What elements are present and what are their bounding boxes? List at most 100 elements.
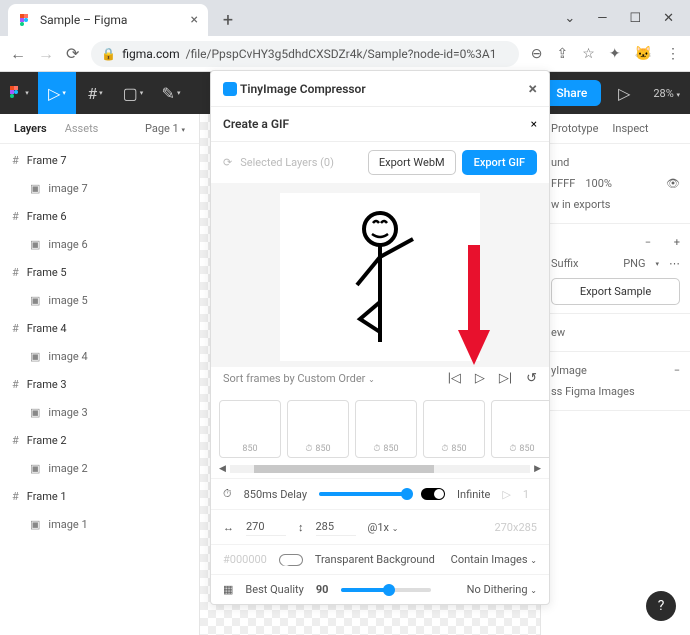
refresh-icon[interactable]: ⟳ xyxy=(223,156,232,169)
delay-slider[interactable] xyxy=(319,492,409,496)
present-icon[interactable]: ▷ xyxy=(605,72,643,114)
close-window-icon[interactable]: ✕ xyxy=(663,11,674,26)
prev-frame-icon[interactable]: |◁ xyxy=(448,371,461,386)
scale-select[interactable]: @1x ⌄ xyxy=(368,521,399,534)
compress-label[interactable]: ss Figma Images xyxy=(551,385,635,398)
move-tool-icon[interactable]: ▷▾ xyxy=(38,72,76,114)
layer-frame[interactable]: #Frame 2 xyxy=(0,426,199,454)
frame-icon: # xyxy=(12,434,19,447)
url-host: figma.com xyxy=(122,47,179,61)
quality-value: 90 xyxy=(316,583,329,596)
scroll-right-icon[interactable]: ▶ xyxy=(534,464,541,474)
layer-frame[interactable]: #Frame 3 xyxy=(0,370,199,398)
lock-icon: 🔒 xyxy=(101,47,116,61)
address-bar: ← → ⟳ 🔒 figma.com/file/PpspCvHY3g5dhdCXS… xyxy=(0,36,690,72)
maximize-icon[interactable]: ☐ xyxy=(629,11,641,26)
collapse-icon[interactable]: − xyxy=(674,364,680,377)
layer-image[interactable]: ▣image 2 xyxy=(0,454,199,482)
play-icon[interactable]: ▷ xyxy=(475,371,485,386)
page-selector[interactable]: Page 1 ▾ xyxy=(145,122,185,135)
width-input[interactable] xyxy=(246,518,286,536)
layer-image[interactable]: ▣image 5 xyxy=(0,286,199,314)
bg-opacity[interactable]: 100% xyxy=(585,177,612,190)
export-button[interactable]: Export Sample xyxy=(551,278,680,305)
url-input[interactable]: 🔒 figma.com/file/PpspCvHY3g5dhdCXSDZr4k/… xyxy=(91,41,518,67)
quality-slider[interactable] xyxy=(341,588,431,592)
show-in-exports[interactable]: w in exports xyxy=(551,198,611,211)
tab-title: Sample – Figma xyxy=(40,13,127,27)
help-button[interactable]: ? xyxy=(646,591,676,621)
shape-tool-icon[interactable]: ▢▾ xyxy=(114,72,152,114)
layer-image[interactable]: ▣image 3 xyxy=(0,398,199,426)
figma-favicon-icon xyxy=(18,13,32,27)
prototype-tab[interactable]: Prototype xyxy=(551,122,598,135)
contain-select[interactable]: Contain Images ⌄ xyxy=(451,553,537,566)
minimize-icon[interactable]: — xyxy=(597,11,607,26)
layer-frame[interactable]: #Frame 7 xyxy=(0,146,199,174)
zoom-icon[interactable]: ⊖ xyxy=(531,46,543,62)
browser-tab[interactable]: Sample – Figma × xyxy=(8,4,208,36)
layer-image[interactable]: ▣image 1 xyxy=(0,510,199,538)
back-icon[interactable]: ← xyxy=(10,44,26,64)
assets-tab[interactable]: Assets xyxy=(65,122,99,135)
sort-selector[interactable]: Sort frames by Custom Order ⌄ xyxy=(223,372,375,385)
delay-value[interactable]: 850ms Delay xyxy=(244,488,307,501)
layer-frame[interactable]: #Frame 5 xyxy=(0,258,199,286)
reload-icon[interactable]: ⟳ xyxy=(66,44,79,63)
profile-icon[interactable]: 🐱 xyxy=(635,46,652,62)
dithering-select[interactable]: No Dithering ⌄ xyxy=(467,583,537,596)
export-webm-button[interactable]: Export WebM xyxy=(368,150,456,175)
layer-label: image 5 xyxy=(48,294,87,307)
height-input[interactable] xyxy=(316,518,356,536)
tab-close-icon[interactable]: × xyxy=(191,12,198,28)
layer-label: Frame 5 xyxy=(27,266,67,279)
image-icon: ▣ xyxy=(30,350,40,363)
more-icon[interactable]: ⋯ xyxy=(669,257,680,270)
pen-tool-icon[interactable]: ✎▾ xyxy=(152,72,190,114)
chevron-down-icon[interactable]: ⌄ xyxy=(564,11,575,26)
figma-menu-icon[interactable]: ▾ xyxy=(0,72,38,114)
layer-image[interactable]: ▣image 7 xyxy=(0,174,199,202)
layer-frame[interactable]: #Frame 4 xyxy=(0,314,199,342)
url-path: /file/PpspCvHY3g5dhdCXSDZr4k/Sample?node… xyxy=(186,47,497,61)
share-url-icon[interactable]: ⇪ xyxy=(557,46,569,62)
inspect-tab[interactable]: Inspect xyxy=(612,122,648,135)
thumbnail[interactable]: ⏱ 850 xyxy=(423,400,485,458)
thumbnail[interactable]: ⏱ 850 xyxy=(287,400,349,458)
thumbnail[interactable]: ⏱ 850 xyxy=(355,400,417,458)
bg-hex[interactable]: FFFF xyxy=(551,177,575,190)
new-tab-button[interactable]: + xyxy=(214,6,242,34)
bookmark-icon[interactable]: ☆ xyxy=(582,46,595,62)
extensions-icon[interactable]: ✦ xyxy=(609,46,621,62)
menu-icon[interactable]: ⋮ xyxy=(666,46,680,62)
layers-tab[interactable]: Layers xyxy=(14,122,47,135)
export-gif-button[interactable]: Export GIF xyxy=(462,150,537,175)
transparent-toggle[interactable] xyxy=(279,554,303,566)
zoom-level[interactable]: 28% ▾ xyxy=(643,87,690,100)
thumbnail[interactable]: 850 xyxy=(219,400,281,458)
plugin-window: TinyImage Compressor × Create a GIF × ⟳ … xyxy=(210,70,550,605)
layer-frame[interactable]: #Frame 6 xyxy=(0,202,199,230)
layer-image[interactable]: ▣image 6 xyxy=(0,230,199,258)
plugin-close-icon[interactable]: × xyxy=(529,79,538,98)
thumbnail-scrollbar[interactable]: ◀ ▶ xyxy=(211,464,549,478)
layer-image[interactable]: ▣image 4 xyxy=(0,342,199,370)
frame-icon: # xyxy=(12,210,19,223)
share-button[interactable]: Share xyxy=(542,80,601,106)
width-icon: ↔ xyxy=(223,521,234,534)
minus-icon[interactable]: − xyxy=(645,236,651,249)
next-frame-icon[interactable]: ▷| xyxy=(499,371,512,386)
layer-frame[interactable]: #Frame 1 xyxy=(0,482,199,510)
plus-icon[interactable]: + xyxy=(674,236,680,249)
layers-panel: Layers Assets Page 1 ▾ #Frame 7▣image 7#… xyxy=(0,114,200,635)
timer-icon: ⏱ xyxy=(223,487,232,501)
sub-close-icon[interactable]: × xyxy=(531,117,537,131)
scroll-left-icon[interactable]: ◀ xyxy=(219,464,226,474)
frame-tool-icon[interactable]: #▾ xyxy=(76,72,114,114)
thumbnail[interactable]: ⏱ 850 xyxy=(491,400,549,458)
format-select[interactable]: PNG xyxy=(623,257,645,270)
eye-icon[interactable]: 👁 xyxy=(666,177,680,190)
infinite-toggle[interactable] xyxy=(421,488,445,500)
bg-hex-input[interactable]: #000000 xyxy=(223,553,267,566)
loop-icon[interactable]: ↺ xyxy=(526,371,537,386)
